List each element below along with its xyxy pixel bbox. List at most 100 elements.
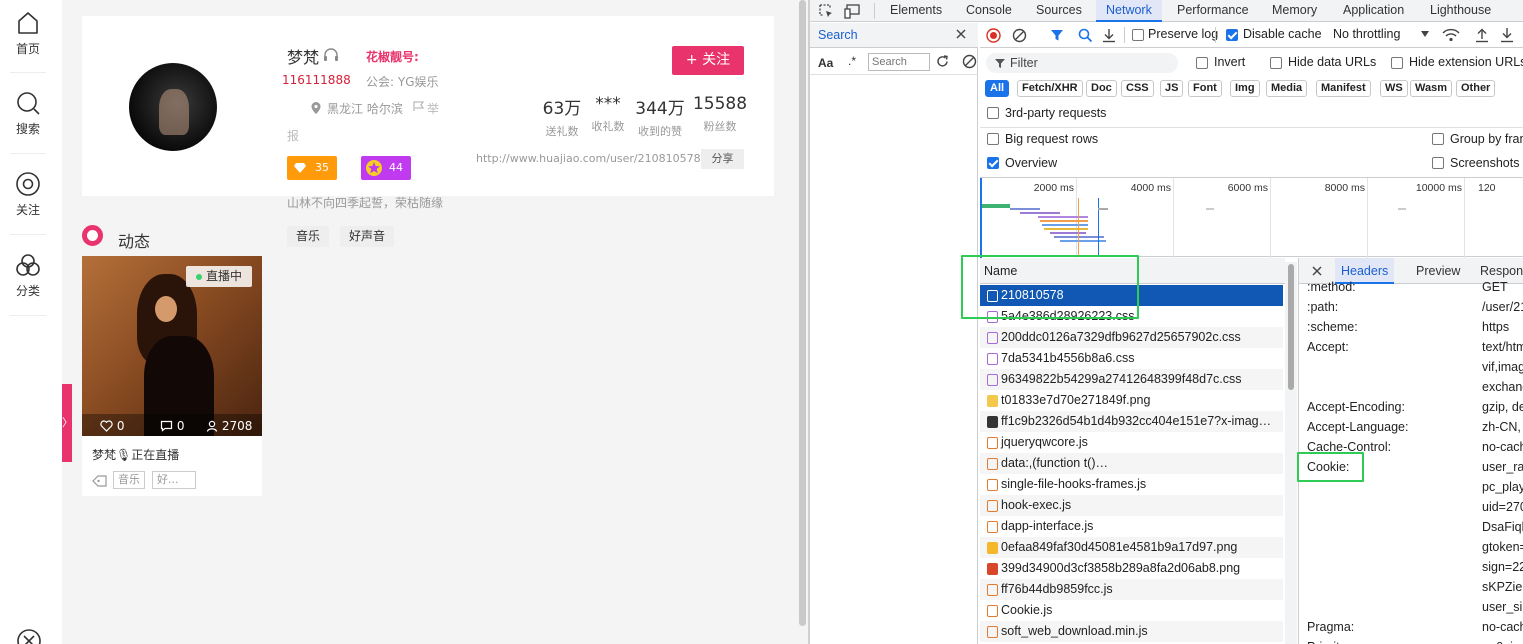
share-button[interactable]: 分享 xyxy=(701,149,744,169)
request-row[interactable]: dapp-interface.js xyxy=(980,516,1283,537)
close-circle-icon[interactable] xyxy=(16,628,42,644)
clear-search-icon[interactable] xyxy=(962,54,977,69)
screenshots-label[interactable]: Screenshots xyxy=(1450,156,1519,170)
disable-cache-label[interactable]: Disable cache xyxy=(1243,27,1322,41)
tab-sources[interactable]: Sources xyxy=(1036,0,1082,22)
side-expand-tab[interactable]: 〉 xyxy=(62,384,73,462)
tab-memory[interactable]: Memory xyxy=(1272,0,1317,22)
search-icon[interactable] xyxy=(1078,28,1093,43)
type-all[interactable]: All xyxy=(985,80,1010,97)
import-har-icon[interactable] xyxy=(1475,27,1489,43)
hide-data-urls-checkbox[interactable] xyxy=(1270,57,1282,69)
tab-console[interactable]: Console xyxy=(966,0,1012,22)
match-case-button[interactable]: Aa xyxy=(818,56,833,70)
network-conditions-icon[interactable] xyxy=(1442,28,1460,42)
request-row[interactable]: 7da5341b4556b8a6.css xyxy=(980,348,1283,369)
search-panel-title[interactable]: Search xyxy=(818,28,858,42)
invert-checkbox[interactable] xyxy=(1196,57,1208,69)
report-link-cont[interactable]: 报 xyxy=(287,127,299,144)
tab-lighthouse[interactable]: Lighthouse xyxy=(1430,0,1491,22)
live-card[interactable]: 直播中 0 0 2708人 梦梵🎙正在直播 音乐 好... xyxy=(82,256,262,496)
nav-follow[interactable]: 关注 xyxy=(0,161,56,231)
type-js[interactable]: JS xyxy=(1160,80,1184,97)
nav-category[interactable]: 分类 xyxy=(0,242,56,312)
record-icon[interactable] xyxy=(986,28,1001,43)
type-ws[interactable]: WS xyxy=(1380,80,1408,97)
close-icon[interactable] xyxy=(954,27,968,41)
profile-tag[interactable]: 音乐 xyxy=(287,226,330,247)
group-by-frame-checkbox[interactable] xyxy=(1432,133,1444,145)
request-row[interactable]: 0efaa849faf30d45081e4581b9a17d97.png xyxy=(980,537,1283,558)
third-party-label[interactable]: 3rd-party requests xyxy=(1005,106,1106,120)
request-row[interactable]: data:,(function t()… xyxy=(980,453,1283,474)
tab-performance[interactable]: Performance xyxy=(1177,0,1249,22)
overview-label[interactable]: Overview xyxy=(1005,156,1057,170)
filter-icon[interactable] xyxy=(1050,28,1064,42)
header-value: exchang xyxy=(1482,380,1523,394)
request-row[interactable]: 200ddc0126a7329dfb9627d25657902c.css xyxy=(980,327,1283,348)
page-scrollbar[interactable] xyxy=(797,0,808,644)
request-row[interactable]: ff76b44db9859fcc.js xyxy=(980,579,1283,600)
profile-tag[interactable]: 好声音 xyxy=(340,226,395,247)
live-tag[interactable]: 好... xyxy=(152,471,196,489)
invert-label[interactable]: Invert xyxy=(1214,55,1245,69)
big-request-rows-label[interactable]: Big request rows xyxy=(1005,132,1098,146)
tab-network[interactable]: Network xyxy=(1096,0,1162,22)
request-row[interactable]: jqueryqwcore.js xyxy=(980,432,1283,453)
inspect-element-icon[interactable] xyxy=(818,3,834,19)
tab-preview[interactable]: Preview xyxy=(1416,258,1460,284)
page-scrollbar-thumb[interactable] xyxy=(799,0,806,626)
live-cover[interactable]: 直播中 0 0 2708人 xyxy=(82,256,262,436)
filter-input[interactable]: Filter xyxy=(986,53,1178,73)
type-manifest[interactable]: Manifest xyxy=(1316,80,1371,97)
nav-search[interactable]: 搜索 xyxy=(0,80,56,150)
request-row[interactable]: 399d34900d3cf3858b289a8fa2d06ab8.png xyxy=(980,558,1283,579)
hide-data-urls-label[interactable]: Hide data URLs xyxy=(1288,55,1376,69)
preserve-log-checkbox[interactable] xyxy=(1132,29,1144,41)
preserve-log-label[interactable]: Preserve log xyxy=(1148,27,1218,41)
device-toolbar-icon[interactable] xyxy=(844,3,862,19)
export-har-icon[interactable] xyxy=(1500,27,1514,43)
nav-home[interactable]: 首页 xyxy=(0,0,56,70)
regex-button[interactable]: .* xyxy=(848,54,856,68)
disable-cache-checkbox[interactable] xyxy=(1226,29,1238,41)
request-row[interactable]: ff1c9b2326d54b1d4b932cc404e151e7?x-imag… xyxy=(980,411,1283,432)
tab-elements[interactable]: Elements xyxy=(890,0,942,22)
report-link[interactable]: 举 xyxy=(427,100,439,117)
request-list-scrollbar-thumb[interactable] xyxy=(1288,264,1294,390)
type-fetch-xhr[interactable]: Fetch/XHR xyxy=(1017,80,1083,97)
avatar[interactable] xyxy=(129,63,217,151)
throttling-select[interactable]: No throttling xyxy=(1333,27,1400,41)
type-doc[interactable]: Doc xyxy=(1086,80,1117,97)
request-row[interactable]: t01833e7d70e271849f.png xyxy=(980,390,1283,411)
request-row[interactable]: single-file-hooks-frames.js xyxy=(980,474,1283,495)
clear-log-icon[interactable] xyxy=(1012,28,1027,43)
network-overview-timeline[interactable]: 2000 ms 4000 ms 6000 ms 8000 ms 10000 ms… xyxy=(980,177,1523,258)
refresh-icon[interactable] xyxy=(935,54,950,69)
type-font[interactable]: Font xyxy=(1188,80,1222,97)
hide-extension-urls-checkbox[interactable] xyxy=(1391,57,1403,69)
request-row[interactable]: 96349822b54299a27412648399f48d7c.css xyxy=(980,369,1283,390)
big-request-rows-checkbox[interactable] xyxy=(987,133,999,145)
request-row[interactable]: soft_web_download.min.js xyxy=(980,621,1283,642)
screenshots-checkbox[interactable] xyxy=(1432,157,1444,169)
overview-checkbox[interactable] xyxy=(987,157,999,169)
third-party-checkbox[interactable] xyxy=(987,107,999,119)
type-wasm[interactable]: Wasm xyxy=(1410,80,1452,97)
request-list-scrollbar[interactable] xyxy=(1285,262,1297,644)
caret-down-icon[interactable] xyxy=(1420,30,1430,38)
request-row[interactable]: hook-exec.js xyxy=(980,495,1283,516)
close-icon[interactable] xyxy=(1311,265,1323,277)
group-by-frame-label[interactable]: Group by fran xyxy=(1450,132,1523,146)
type-other[interactable]: Other xyxy=(1456,80,1496,97)
tab-application[interactable]: Application xyxy=(1343,0,1404,22)
type-css[interactable]: CSS xyxy=(1121,80,1154,97)
search-input[interactable] xyxy=(868,53,930,71)
live-tag[interactable]: 音乐 xyxy=(113,471,145,489)
follow-button[interactable]: + 关注 xyxy=(672,46,744,75)
download-icon[interactable] xyxy=(1102,28,1116,43)
request-row[interactable]: Cookie.js xyxy=(980,600,1283,621)
type-img[interactable]: Img xyxy=(1230,80,1260,97)
hide-extension-urls-label[interactable]: Hide extension URLs xyxy=(1409,55,1523,69)
type-media[interactable]: Media xyxy=(1266,80,1308,97)
